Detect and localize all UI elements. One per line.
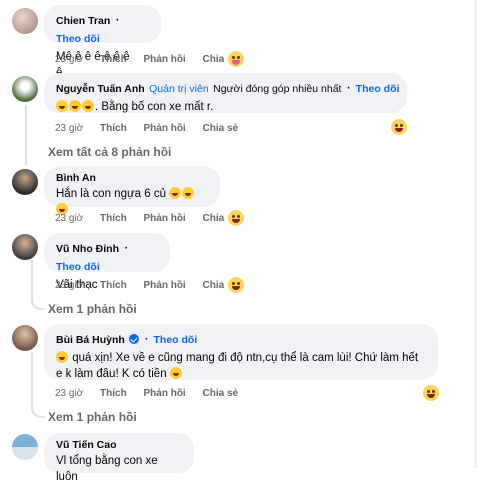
follow-link[interactable]: Theo dõi [356,83,400,95]
admin-badge[interactable]: Quản trị viên [149,83,209,95]
comment-text: . Bằng bố con xe mất r. [56,99,395,115]
reply-bubble: Bùi Bá Huỳnh · Theo dõi quá xịn! Xe về e… [44,324,438,380]
laughing-face-icon[interactable] [423,385,439,401]
reply-bubble: Vũ Nho Đỉnh · Theo dõi Vãi thạc [44,233,170,291]
like-button[interactable]: Thích [100,280,127,291]
comment-actions: 23 giờ Thích Phản hồi Chia sẻ [55,388,252,399]
reply-button[interactable]: Phản hồi [143,213,185,224]
laughing-face-icon[interactable] [391,119,407,135]
share-button[interactable]: Chia sẻ [203,123,239,134]
laughing-face-icon [182,187,195,199]
commenter-name[interactable]: Vũ Tiến Cao [56,439,182,451]
commenter-name[interactable]: Bình An [56,172,208,184]
grinning-sweat-icon [82,100,94,112]
timestamp[interactable]: 23 giờ [55,123,83,134]
comment-bubble: Nguyễn Tuấn Anh Quản trị viên Người đóng… [44,73,407,113]
avatar[interactable] [12,325,38,351]
timestamp[interactable]: 23 giờ [55,54,83,65]
avatar[interactable] [12,8,38,34]
comment-text: quá xịn! Xe về e cũng mang đi độ ntn,cụ … [56,350,426,382]
view-all-replies-link[interactable]: Xem tất cả 8 phản hồi [48,145,171,159]
reply-thread-line [25,105,27,165]
reply-bubble: Vũ Tiến Cao Vl tổng bằng con xe luôn [44,433,194,483]
comment-bubble: Chien Tran · Theo dõi Mê ê ê ê ê ê ê ê..… [44,5,161,79]
laughing-face-icon[interactable] [228,210,244,226]
laughing-face-icon [56,351,68,363]
top-contributor-badge[interactable]: Người đóng góp nhiều nhất [213,83,341,95]
avatar[interactable] [12,434,38,460]
avatar[interactable] [12,234,38,260]
reply-button[interactable]: Phản hồi [143,280,185,291]
comment-actions: 23 giờ Thích Phản hồi Chia sẻ [55,54,252,65]
follow-link[interactable]: Theo dõi [154,334,198,346]
comment-text-line1: quá xịn! Xe về e cũng mang đi độ ntn,cụ … [72,352,419,364]
avatar[interactable] [12,76,38,102]
follow-link[interactable]: Theo dõi [56,33,100,45]
comment-text-line2: e k làm đâu! K có tiền [56,368,167,380]
comment-actions: 23 giờ Thích Phản hồi Chia sẻ [55,213,252,224]
comment-actions: 23 giờ Thích Phản hồi Chia sẻ [55,280,252,291]
comment-text-body: Hắn là con ngựa 6 củ [56,188,166,200]
commenter-name[interactable]: Nguyễn Tuấn Anh [56,83,145,95]
commenter-name[interactable]: Chien Tran [56,15,110,27]
view-replies-link[interactable]: Xem 1 phản hồi [48,410,137,424]
reply-thread-elbow [31,260,45,310]
comment-text-body: . Bằng bố con xe mất r. [95,101,214,113]
avatar[interactable] [12,169,38,195]
timestamp[interactable]: 23 giờ [55,213,83,224]
commenter-name[interactable]: Vũ Nho Đỉnh [56,243,119,255]
grinning-sweat-icon [56,100,68,112]
comment-actions: 23 giờ Thích Phản hồi Chia sẻ [55,123,252,134]
like-button[interactable]: Thích [100,213,127,224]
grinning-sweat-icon [69,100,81,112]
like-button[interactable]: Thích [100,123,127,134]
commenter-name[interactable]: Bùi Bá Huỳnh [56,334,125,346]
laughing-face-icon [169,187,182,199]
reply-thread-elbow [31,352,45,418]
follow-link[interactable]: Theo dõi [56,261,100,273]
view-replies-link[interactable]: Xem 1 phản hồi [48,302,137,316]
like-button[interactable]: Thích [100,54,127,65]
laughing-face-icon[interactable] [228,277,244,293]
reply-bubble: Bình An Hắn là con ngựa 6 củ [44,166,220,215]
reply-button[interactable]: Phản hồi [143,388,185,399]
share-button[interactable]: Chia sẻ [203,388,239,399]
sweat-smile-icon [169,367,182,379]
reply-button[interactable]: Phản hồi [143,54,185,65]
timestamp[interactable]: 23 giờ [55,280,83,291]
verified-icon [129,334,140,344]
timestamp[interactable]: 23 giờ [55,388,83,399]
tongue-out-icon[interactable] [228,51,244,67]
comment-text: Vl tổng bằng con xe luôn [56,455,158,483]
like-button[interactable]: Thích [100,388,127,399]
reply-button[interactable]: Phản hồi [143,123,185,134]
